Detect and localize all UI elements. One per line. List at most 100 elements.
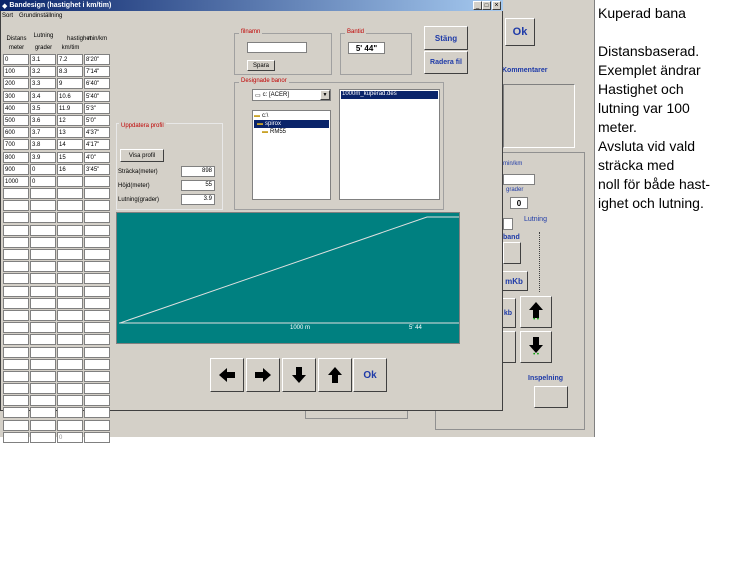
table-cell[interactable]: [3, 224, 29, 236]
table-cell[interactable]: [30, 334, 56, 346]
close-button[interactable]: ×: [492, 1, 501, 10]
bg-grader-field[interactable]: 0: [510, 197, 528, 209]
table-cell[interactable]: 3.1: [30, 54, 56, 65]
delete-file-button[interactable]: Radera fil: [424, 51, 468, 74]
down-arrow-button[interactable]: [282, 358, 316, 392]
table-cell[interactable]: [3, 370, 29, 382]
table-cell[interactable]: 0: [30, 163, 56, 175]
folder-list[interactable]: ▬ c:\ ▬ spirox ▬ RM55: [252, 110, 331, 200]
bg-down-arrow-button[interactable]: • •: [520, 331, 552, 363]
table-cell[interactable]: [57, 297, 83, 309]
table-cell[interactable]: 100: [3, 66, 29, 78]
table-cell[interactable]: 500: [3, 114, 29, 126]
table-cell[interactable]: 200: [3, 78, 29, 90]
table-cell[interactable]: [3, 212, 29, 224]
table-cell[interactable]: 3.7: [30, 127, 56, 139]
chevron-down-icon[interactable]: ▼: [320, 90, 330, 100]
table-cell[interactable]: 800: [3, 151, 29, 163]
table-cell[interactable]: [84, 236, 110, 248]
table-cell[interactable]: [57, 407, 83, 419]
table-cell[interactable]: [84, 309, 110, 321]
table-cell[interactable]: 11.9: [57, 102, 83, 114]
table-cell[interactable]: [57, 370, 83, 382]
file-list[interactable]: 1000m_kuperad.des: [339, 89, 440, 200]
table-cell[interactable]: [3, 407, 29, 419]
table-cell[interactable]: [3, 285, 29, 297]
table-cell[interactable]: [30, 431, 56, 443]
table-cell[interactable]: [57, 322, 83, 334]
table-cell[interactable]: 5'3": [84, 102, 110, 114]
table-cell[interactable]: 3.6: [30, 114, 56, 126]
table-cell[interactable]: [3, 395, 29, 407]
table-cell[interactable]: 3'45": [84, 163, 110, 175]
table-cell[interactable]: [57, 346, 83, 358]
table-cell[interactable]: [84, 322, 110, 334]
table-cell[interactable]: [3, 261, 29, 273]
table-cell[interactable]: [84, 212, 110, 224]
close-dialog-button[interactable]: Stäng: [424, 26, 468, 50]
table-cell[interactable]: 4'17": [84, 139, 110, 151]
bg-comments-box[interactable]: [503, 84, 575, 148]
table-cell[interactable]: [84, 370, 110, 382]
folder-item-root[interactable]: ▬ c:\: [254, 112, 329, 120]
table-cell[interactable]: [30, 236, 56, 248]
table-cell[interactable]: 3.4: [30, 90, 56, 102]
table-cell[interactable]: 400: [3, 102, 29, 114]
table-cell[interactable]: 900: [3, 163, 29, 175]
menu-grundinstallning[interactable]: Grundinställning: [19, 13, 62, 19]
folder-item-rm55[interactable]: ▬ RM55: [254, 128, 329, 136]
distance-input[interactable]: 898: [181, 166, 215, 177]
table-cell[interactable]: [57, 261, 83, 273]
table-cell[interactable]: [84, 407, 110, 419]
table-cell[interactable]: 6'40": [84, 78, 110, 90]
table-cell[interactable]: 7'14": [84, 66, 110, 78]
table-cell[interactable]: 300: [3, 90, 29, 102]
table-cell[interactable]: [57, 358, 83, 370]
table-cell[interactable]: [30, 395, 56, 407]
table-cell[interactable]: [3, 419, 29, 431]
up-arrow-button[interactable]: [318, 358, 352, 392]
table-cell[interactable]: 9: [57, 78, 83, 90]
table-cell[interactable]: [84, 175, 110, 187]
table-cell[interactable]: [57, 419, 83, 431]
table-cell[interactable]: 7.2: [57, 54, 83, 65]
table-cell[interactable]: [30, 346, 56, 358]
table-cell[interactable]: [30, 383, 56, 395]
table-cell[interactable]: [3, 334, 29, 346]
table-cell[interactable]: [30, 273, 56, 285]
table-cell[interactable]: [57, 395, 83, 407]
table-cell[interactable]: [57, 188, 83, 200]
table-cell[interactable]: [84, 224, 110, 236]
table-cell[interactable]: [3, 236, 29, 248]
bg-up-arrow-button[interactable]: • •: [520, 296, 552, 328]
table-cell[interactable]: [30, 224, 56, 236]
slope-input[interactable]: 3.9: [181, 194, 215, 205]
table-cell[interactable]: [84, 273, 110, 285]
table-cell[interactable]: [30, 200, 56, 212]
bg-minkm-field[interactable]: [503, 174, 535, 185]
table-cell[interactable]: [84, 200, 110, 212]
table-cell[interactable]: 16: [57, 163, 83, 175]
table-cell[interactable]: [3, 249, 29, 260]
table-cell[interactable]: [30, 297, 56, 309]
table-cell[interactable]: [84, 358, 110, 370]
left-arrow-button[interactable]: [210, 358, 244, 392]
table-cell[interactable]: 10.6: [57, 90, 83, 102]
table-cell[interactable]: [30, 261, 56, 273]
table-cell[interactable]: 0: [3, 54, 29, 65]
table-cell[interactable]: [84, 395, 110, 407]
table-cell[interactable]: 13: [57, 127, 83, 139]
maximize-button[interactable]: □: [482, 1, 491, 10]
table-cell[interactable]: [30, 309, 56, 321]
table-cell[interactable]: [30, 285, 56, 297]
file-item[interactable]: 1000m_kuperad.des: [341, 91, 438, 99]
table-cell[interactable]: 3.8: [30, 139, 56, 151]
table-cell[interactable]: [3, 431, 29, 443]
table-cell[interactable]: [84, 249, 110, 260]
table-cell[interactable]: 14: [57, 139, 83, 151]
table-cell[interactable]: [84, 261, 110, 273]
bg-inspelning-button[interactable]: [534, 386, 568, 408]
table-cell[interactable]: 0: [30, 175, 56, 187]
table-cell[interactable]: [30, 419, 56, 431]
table-cell[interactable]: 700: [3, 139, 29, 151]
